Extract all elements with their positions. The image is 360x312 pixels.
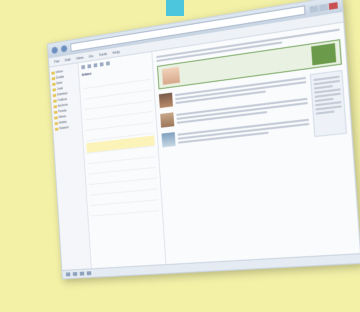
article-list [158,75,310,154]
folder-icon [53,99,57,103]
newsletter-sidebar [309,69,347,138]
flag-icon[interactable] [99,62,104,67]
folder-icon [53,104,58,108]
folder-icon [52,87,56,92]
mail-body: Inbox Drafts Sent Junk Deleted Outbox Ar… [49,23,360,272]
stage: File Edit View Go Tools Help Inbox Draft… [0,0,360,312]
article-thumbnail [160,112,175,128]
folder-icon [51,70,55,75]
text-line [313,79,340,86]
menu-tools[interactable]: Tools [98,51,107,57]
mail-icon[interactable] [65,272,71,277]
menu-view[interactable]: View [76,55,84,61]
minimize-icon[interactable] [309,4,319,13]
maximize-icon[interactable] [318,3,329,11]
delete-icon[interactable] [93,63,98,68]
reply-icon[interactable] [81,65,86,70]
search-icon[interactable] [105,61,110,66]
text-line [315,105,342,111]
close-icon[interactable] [328,1,338,10]
text-line [314,92,341,98]
mail-window: File Edit View Go Tools Help Inbox Draft… [46,0,360,280]
folder-icon [51,76,56,80]
menu-file[interactable]: File [54,58,60,64]
folder-icon [54,121,59,125]
accent-bar [166,0,184,16]
folder-icon [53,110,58,114]
calendar-icon[interactable] [72,271,78,277]
banner-graphic [311,43,337,66]
menu-help[interactable]: Help [112,49,120,55]
forward-icon[interactable] [87,64,92,69]
menu-go[interactable]: Go [88,53,93,58]
folder-icon [52,93,57,97]
folder-icon [54,127,59,131]
menu-edit[interactable]: Edit [65,57,71,63]
reading-pane [152,23,360,266]
window-controls [309,1,338,13]
message-list: Inbox [78,51,167,271]
banner-photo [161,66,181,85]
forward-button[interactable] [60,44,68,53]
back-button[interactable] [51,46,58,54]
article-thumbnail [161,132,176,148]
tasks-icon[interactable] [86,271,92,276]
text-line [315,110,335,115]
contacts-icon[interactable] [79,271,85,276]
folder-icon [52,82,56,86]
folder-icon [54,115,58,120]
folder-label: Search [59,125,69,131]
article-thumbnail [158,92,173,109]
